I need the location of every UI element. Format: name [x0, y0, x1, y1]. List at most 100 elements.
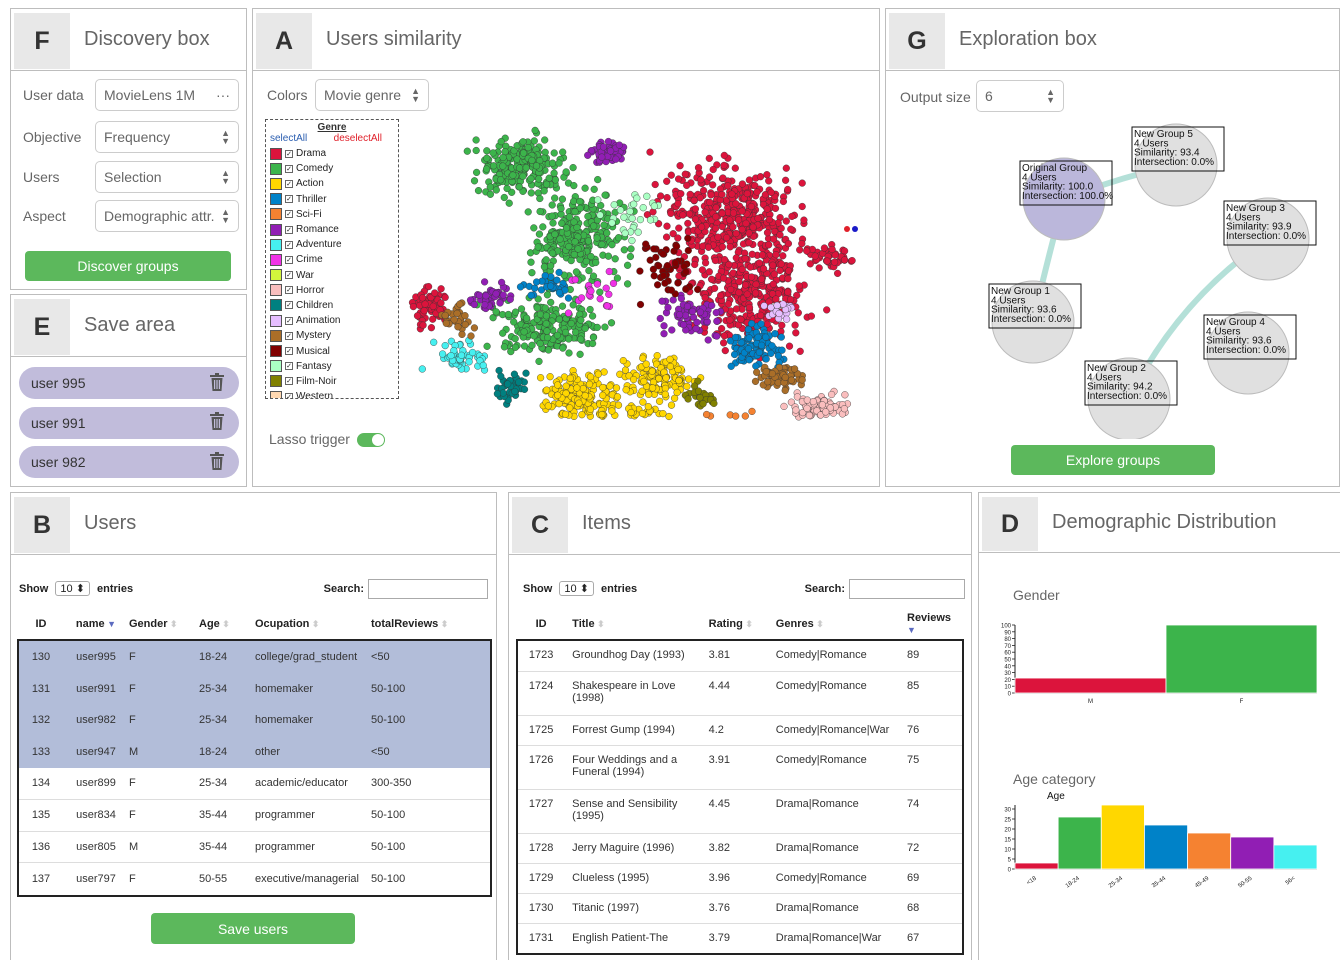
user-point [533, 304, 541, 312]
colors-select[interactable]: Movie genre ▲ ▼ [315, 79, 429, 111]
items-col-header[interactable]: Title ⬍ [564, 607, 700, 641]
users-entries-select[interactable]: 10 ⬍ [55, 581, 90, 596]
bar[interactable] [1230, 836, 1275, 870]
users-table-row[interactable]: 134 user899 F 25-34 academic/educator 300-350 [19, 767, 490, 800]
legend-checkbox[interactable]: ✓ [285, 331, 293, 340]
output-size-stepper[interactable]: 6 ▲ ▼ [976, 80, 1064, 112]
saved-user-item[interactable]: user 991 [19, 406, 239, 439]
group-graph[interactable]: Original Group4 UsersSimilarity: 100.0In… [886, 109, 1340, 439]
users-table-row[interactable]: 135 user834 F 35-44 programmer 50-100 [19, 799, 490, 832]
users-table-row[interactable]: 136 user805 M 35-44 programmer 50-100 [19, 831, 490, 864]
bar[interactable] [1014, 862, 1059, 870]
user-point [778, 346, 786, 354]
users-col-header[interactable]: Age ⬍ [199, 607, 255, 641]
bar[interactable] [1100, 804, 1145, 870]
legend-checkbox[interactable]: ✓ [285, 179, 293, 188]
legend-checkbox[interactable]: ✓ [285, 301, 293, 310]
legend-item[interactable]: ✓ Romance [270, 222, 394, 237]
discover-groups-button[interactable]: Discover groups [25, 251, 231, 281]
aspect-select[interactable]: Demographic attr. ▲ ▼ [95, 200, 239, 232]
legend-checkbox[interactable]: ✓ [285, 240, 293, 249]
legend-item[interactable]: ✓ Musical [270, 343, 394, 358]
users-table-row[interactable]: 130 user995 F 18-24 college/grad_student <50 [19, 641, 490, 673]
saved-user-item[interactable]: user 982 [19, 446, 239, 478]
trash-icon[interactable] [209, 412, 225, 433]
lasso-toggle[interactable] [357, 433, 385, 447]
legend-item[interactable]: ✓ Fantasy [270, 359, 394, 374]
legend-item[interactable]: ✓ Comedy [270, 161, 394, 176]
explore-groups-button[interactable]: Explore groups [1011, 445, 1215, 475]
legend-checkbox[interactable]: ✓ [285, 255, 293, 264]
users-table-row[interactable]: 132 user982 F 25-34 homemaker 50-100 [19, 704, 490, 737]
legend-checkbox[interactable]: ✓ [285, 164, 293, 173]
users-table-row[interactable]: 133 user947 M 18-24 other <50 [19, 736, 490, 768]
objective-select[interactable]: Frequency ▲ ▼ [95, 121, 239, 153]
bar[interactable] [1165, 624, 1318, 694]
users-select[interactable]: Selection ▲ ▼ [95, 161, 239, 193]
legend-checkbox[interactable]: ✓ [285, 195, 293, 204]
items-col-header[interactable]: Reviews ▼ [899, 607, 962, 641]
legend-item[interactable]: ✓ Horror [270, 283, 394, 298]
items-table-row[interactable]: 1730 Titanic (1997) 3.76 Drama|Romance 68 [518, 893, 962, 924]
trash-icon[interactable] [209, 451, 225, 473]
legend-item[interactable]: ✓ Action [270, 176, 394, 191]
items-table-row[interactable]: 1729 Clueless (1995) 3.96 Comedy|Romance 69 [518, 863, 962, 894]
legend-checkbox[interactable]: ✓ [285, 347, 293, 356]
save-users-button[interactable]: Save users [151, 913, 355, 944]
legend-item[interactable]: ✓ Animation [270, 313, 394, 328]
legend-item[interactable]: ✓ Adventure [270, 237, 394, 252]
bar[interactable] [1057, 816, 1102, 870]
legend-checkbox[interactable]: ✓ [285, 225, 293, 234]
legend-checkbox[interactable]: ✓ [285, 149, 293, 158]
bar[interactable] [1273, 844, 1318, 870]
user-data-field[interactable]: MovieLens 1M ··· [95, 79, 239, 111]
users-search-input[interactable] [368, 579, 488, 599]
user-point [605, 267, 613, 276]
items-table-row[interactable]: 1726 Four Weddings and a Funeral (1994) 3.… [518, 745, 962, 790]
legend-checkbox[interactable]: ✓ [285, 210, 293, 219]
items-table-row[interactable]: 1727 Sense and Sensibility (1995) 4.45 Dram… [518, 789, 962, 834]
items-col-header[interactable]: Rating ⬍ [701, 607, 768, 641]
legend-item[interactable]: ✓ War [270, 268, 394, 283]
user-scatter-plot[interactable] [399, 117, 879, 487]
bar[interactable] [1014, 677, 1167, 694]
items-table-row[interactable]: 1731 English Patient-The 3.79 Drama|Romance… [518, 923, 962, 953]
users-table-row[interactable]: 131 user991 F 25-34 homemaker 50-100 [19, 672, 490, 705]
trash-icon[interactable] [209, 372, 225, 394]
legend-checkbox[interactable]: ✓ [285, 362, 293, 371]
users-col-header[interactable]: ID [19, 607, 63, 641]
legend-checkbox[interactable]: ✓ [285, 377, 293, 386]
users-col-header[interactable]: totalReviews ⬍ [371, 607, 490, 641]
users-col-header[interactable]: Gender ⬍ [129, 607, 199, 641]
legend-item[interactable]: ✓ Drama [270, 146, 394, 161]
users-col-header[interactable]: name ▼ [63, 607, 129, 641]
items-table-row[interactable]: 1724 Shakespeare in Love (1998) 4.44 Comedy… [518, 671, 962, 716]
more-icon[interactable]: ··· [216, 87, 230, 103]
items-table-row[interactable]: 1725 Forrest Gump (1994) 4.2 Comedy|Romance… [518, 715, 962, 746]
select-all-link[interactable]: selectAll [270, 133, 307, 144]
items-table-row[interactable]: 1728 Jerry Maguire (1996) 3.82 Drama|Romanc… [518, 833, 962, 864]
user-point [828, 245, 836, 254]
legend-checkbox[interactable]: ✓ [285, 392, 293, 398]
items-table-row[interactable]: 1723 Groundhog Day (1993) 3.81 Comedy|Roman… [518, 641, 962, 672]
items-col-header[interactable]: Genres ⬍ [768, 607, 899, 641]
legend-item[interactable]: ✓ Western [270, 389, 394, 398]
users-table-row[interactable]: 137 user797 F 50-55 executive/managerial 50-1… [19, 863, 490, 895]
users-col-header[interactable]: Ocupation ⬍ [255, 607, 371, 641]
bar[interactable] [1144, 824, 1188, 870]
deselect-all-link[interactable]: deselectAll [334, 133, 382, 144]
saved-user-item[interactable]: user 995 [19, 367, 239, 399]
legend-item[interactable]: ✓ Thriller [270, 192, 394, 207]
items-search-input[interactable] [849, 579, 965, 599]
legend-checkbox[interactable]: ✓ [285, 271, 293, 280]
legend-checkbox[interactable]: ✓ [285, 286, 293, 295]
items-col-header[interactable]: ID [518, 607, 564, 641]
legend-item[interactable]: ✓ Sci-Fi [270, 207, 394, 222]
legend-checkbox[interactable]: ✓ [285, 316, 293, 325]
bar[interactable] [1187, 832, 1232, 870]
legend-item[interactable]: ✓ Children [270, 298, 394, 313]
items-entries-select[interactable]: 10 ⬍ [559, 581, 594, 596]
legend-item[interactable]: ✓ Crime [270, 252, 394, 267]
legend-item[interactable]: ✓ Film-Noir [270, 374, 394, 389]
legend-item[interactable]: ✓ Mystery [270, 328, 394, 343]
